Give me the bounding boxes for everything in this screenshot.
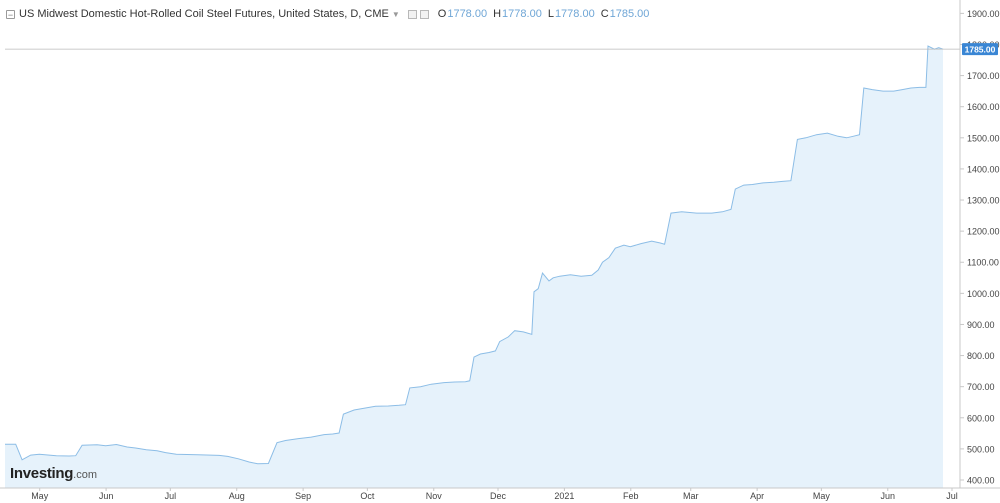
x-tick-label: May [31,491,49,501]
y-tick-label: 1500.00 [967,133,1000,143]
close-value: 1785.00 [609,8,650,20]
ohlc-high: H1778.00 [493,8,542,20]
low-value: 1778.00 [554,8,595,20]
y-tick-label: 1100.00 [967,258,999,268]
open-key: O [437,8,447,20]
x-tick-label: Jun [99,491,114,501]
ohlc-low: L1778.00 [548,8,595,20]
ohlc-close: C1785.00 [601,8,650,20]
y-tick-label: 900.00 [967,320,995,330]
x-tick-label: 2021 [554,491,574,501]
x-tick-label: Jul [165,491,177,501]
price-area-fill [5,46,943,488]
y-tick-label: 500.00 [967,444,995,454]
investing-logo: Investing.com [10,465,97,483]
logo-suffix: .com [73,469,97,481]
x-tick-label: Mar [683,491,699,501]
last-price-label: 1785.00 [965,45,996,55]
y-tick-label: 1900.00 [967,9,1000,19]
x-tick-label: Jun [881,491,896,501]
open-value: 1778.00 [447,8,488,20]
chart-legend: − US Midwest Domestic Hot-Rolled Coil St… [6,8,649,20]
x-tick-label: Aug [229,491,245,501]
x-tick-label: Dec [490,491,507,501]
high-key: H [493,8,502,20]
high-value: 1778.00 [502,8,542,20]
y-tick-label: 1700.00 [967,71,1000,81]
collapse-icon[interactable]: − [6,9,15,19]
y-tick-label: 1300.00 [967,196,1000,206]
y-tick-label: 1200.00 [967,227,1000,237]
logo-brand: Investing [10,465,74,482]
y-tick-label: 1000.00 [967,289,1000,299]
close-box-icon[interactable] [419,9,429,19]
ohlc-open: O1778.00 [438,8,487,20]
x-tick-label: Jul [946,491,958,501]
x-tick-label: Sep [295,491,311,501]
chart-title: US Midwest Domestic Hot-Rolled Coil Stee… [19,8,389,20]
y-tick-label: 1400.00 [967,164,1000,174]
chart-container: 400.00 500.00 600.00 700.00 800.00 900.00 1000… [0,0,1000,503]
x-tick-label: May [813,491,831,501]
y-tick-label: 400.00 [967,476,995,486]
settings-box-icon[interactable] [407,9,417,19]
chevron-down-icon[interactable]: ▼ [392,10,400,19]
y-tick-label: 1600.00 [967,102,1000,112]
close-key: C [600,8,609,20]
x-tick-label: Nov [426,491,443,501]
price-chart[interactable]: 400.00 500.00 600.00 700.00 800.00 900.00 1000… [0,0,1000,503]
low-key: L [547,8,554,20]
x-tick-label: Apr [750,491,764,501]
y-tick-label: 800.00 [967,351,995,361]
y-tick-label: 700.00 [967,382,995,392]
x-tick-label: Feb [623,491,639,501]
x-tick-label: Oct [360,491,375,501]
y-tick-label: 600.00 [967,413,995,423]
